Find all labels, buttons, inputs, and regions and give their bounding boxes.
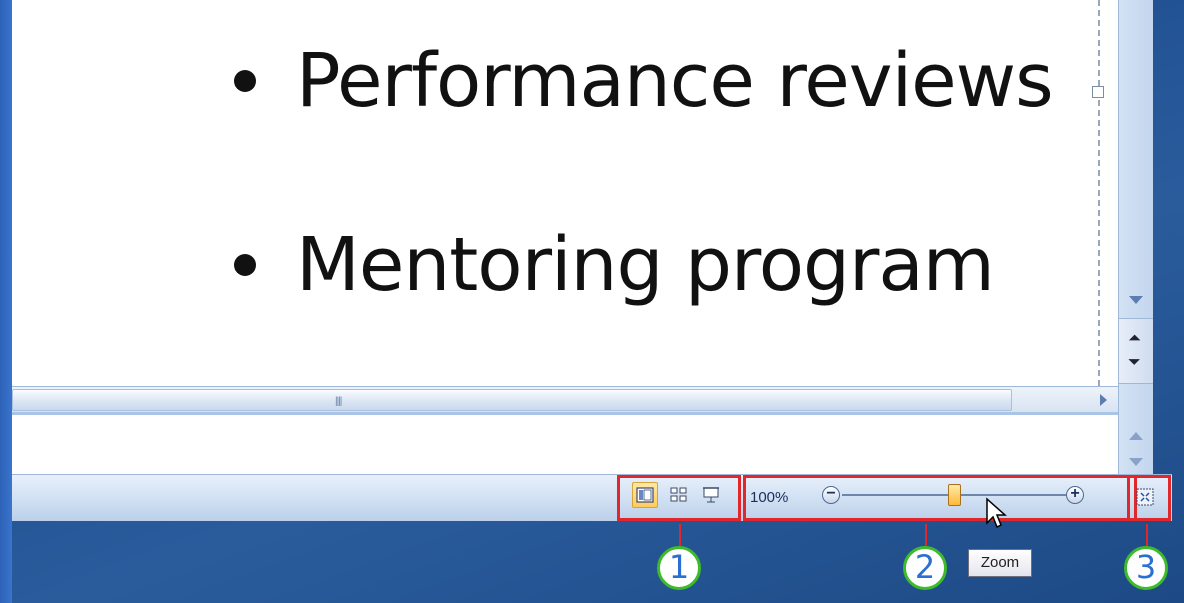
zoom-out-button[interactable]: − <box>822 486 840 504</box>
fit-to-window-icon <box>1136 488 1154 506</box>
bullet-item-1[interactable]: Performance reviews <box>234 38 1054 124</box>
horizontal-scrollbar[interactable]: |||| <box>12 386 1118 413</box>
grip-icon: |||| <box>335 396 342 407</box>
bullet-icon <box>234 254 256 276</box>
mouse-cursor-icon <box>986 497 1007 529</box>
callout-number-2: 2 <box>903 546 947 590</box>
slide-canvas[interactable]: Performance reviews Mentoring program <box>12 0 1118 386</box>
scroll-down-arrow-icon[interactable] <box>1129 296 1143 304</box>
callout-connector-2 <box>925 524 927 546</box>
zoom-percentage[interactable]: 100% <box>750 489 788 506</box>
next-slide-icon[interactable]: ⏷ <box>1128 355 1141 371</box>
notes-scrollbar[interactable] <box>1118 412 1153 474</box>
zoom-tooltip: Zoom <box>968 549 1032 577</box>
horizontal-scroll-thumb[interactable]: |||| <box>12 389 1012 411</box>
callout-number-1: 1 <box>657 546 701 590</box>
zoom-slider-thumb[interactable] <box>948 484 961 506</box>
slide-navigation: ⏶ ⏷ <box>1119 318 1153 384</box>
scroll-right-arrow-icon[interactable] <box>1100 394 1107 406</box>
normal-view-icon <box>636 487 654 503</box>
notes-pane[interactable] <box>12 412 1118 477</box>
bullet-text[interactable]: Mentoring program <box>296 222 995 308</box>
slide-sorter-icon <box>670 487 687 502</box>
scroll-up-arrow-icon[interactable] <box>1129 432 1143 440</box>
slide-show-icon <box>703 487 719 503</box>
slide-show-view-button[interactable] <box>698 482 724 508</box>
window-edge <box>0 0 12 603</box>
fit-slide-to-window-button[interactable] <box>1131 482 1159 512</box>
bullet-icon <box>234 70 256 92</box>
previous-slide-icon[interactable]: ⏶ <box>1128 331 1141 347</box>
vertical-scrollbar[interactable]: ⏶ ⏷ <box>1118 0 1153 412</box>
normal-view-button[interactable] <box>632 482 658 508</box>
placeholder-border <box>1098 0 1100 386</box>
bullet-item-2[interactable]: Mentoring program <box>234 222 995 308</box>
slide-sorter-view-button[interactable] <box>666 482 692 508</box>
zoom-in-button[interactable]: + <box>1066 486 1084 504</box>
scroll-down-arrow-icon[interactable] <box>1129 458 1143 466</box>
resize-handle[interactable] <box>1092 86 1104 98</box>
callout-number-3: 3 <box>1124 546 1168 590</box>
bullet-text[interactable]: Performance reviews <box>296 38 1054 124</box>
callout-connector-3 <box>1146 524 1148 546</box>
callout-connector-1 <box>679 524 681 546</box>
